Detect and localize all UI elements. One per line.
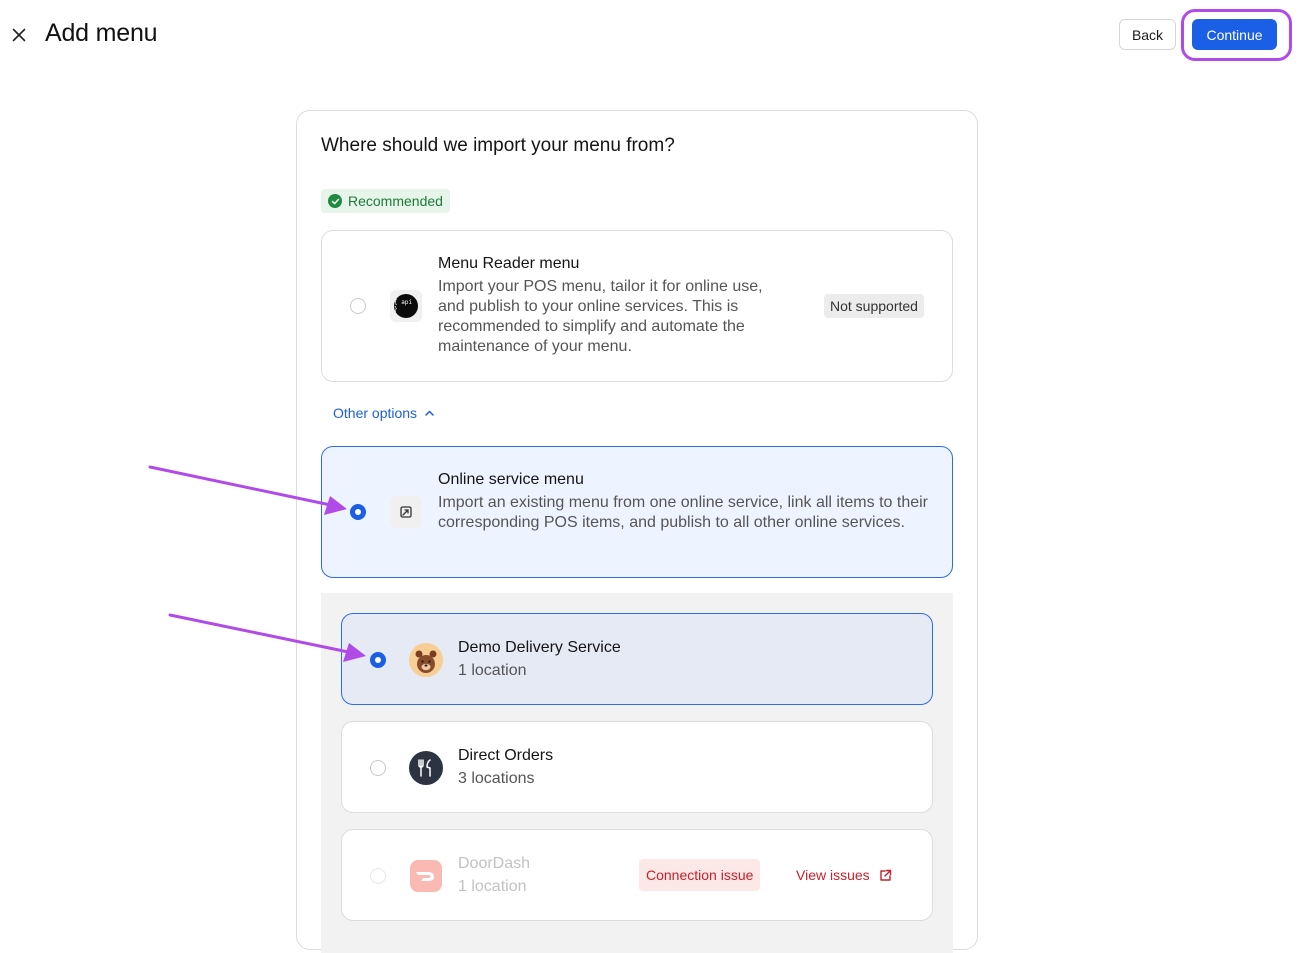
- service-doordash: DoorDash 1 location Connection issue Vie…: [341, 829, 933, 921]
- radio-menu-reader[interactable]: [350, 298, 366, 314]
- connection-issue-badge: Connection issue: [639, 859, 761, 891]
- doordash-logo-icon: [410, 860, 442, 892]
- service-name: DoorDash: [458, 855, 531, 872]
- api-icon: { api }: [394, 294, 418, 318]
- import-question: Where should we import your menu from?: [321, 135, 675, 156]
- import-menu-icon: [390, 496, 422, 528]
- continue-button[interactable]: Continue: [1192, 19, 1277, 50]
- radio-doordash: [370, 868, 386, 884]
- option-title: Menu Reader menu: [438, 255, 580, 272]
- fork-knife-icon: [409, 751, 443, 785]
- option-menu-reader[interactable]: { api } Menu Reader menu Import your POS…: [321, 230, 953, 382]
- service-direct-orders[interactable]: Direct Orders 3 locations: [341, 721, 933, 813]
- service-name: Demo Delivery Service: [458, 639, 621, 656]
- option-title: Online service menu: [438, 471, 584, 488]
- service-locations: 1 location: [458, 662, 527, 679]
- back-button[interactable]: Back: [1119, 19, 1176, 50]
- radio-direct-orders[interactable]: [370, 760, 386, 776]
- radio-online-service[interactable]: [350, 504, 366, 520]
- close-button[interactable]: [8, 24, 30, 46]
- external-link-icon: [879, 869, 891, 881]
- online-services-list: Demo Delivery Service 1 location Direct …: [321, 593, 953, 953]
- option-description: Import your POS menu, tailor it for onli…: [438, 278, 763, 355]
- bear-logo-icon: [409, 643, 443, 677]
- service-locations: 1 location: [458, 878, 527, 895]
- view-issues-link[interactable]: View issues: [796, 867, 892, 883]
- recommended-label: Recommended: [348, 193, 443, 209]
- other-options-toggle[interactable]: Other options: [333, 405, 434, 421]
- view-issues-label: View issues: [796, 867, 870, 883]
- chevron-up-icon: [425, 410, 434, 416]
- import-source-card: Where should we import your menu from? R…: [296, 110, 978, 953]
- service-name: Direct Orders: [458, 747, 554, 764]
- option-online-service[interactable]: Online service menu Import an existing m…: [321, 446, 953, 578]
- other-options-label: Other options: [333, 405, 418, 421]
- page-title: Add menu: [45, 19, 158, 47]
- api-tile: { api }: [390, 290, 422, 322]
- close-icon: [12, 28, 26, 42]
- service-locations: 3 locations: [458, 770, 535, 787]
- radio-demo-delivery[interactable]: [370, 652, 386, 668]
- not-supported-badge: Not supported: [824, 294, 924, 318]
- recommended-badge: Recommended: [321, 189, 450, 213]
- option-description: Import an existing menu from one online …: [438, 494, 928, 531]
- service-demo-delivery[interactable]: Demo Delivery Service 1 location: [341, 613, 933, 705]
- check-circle-icon: [328, 194, 342, 208]
